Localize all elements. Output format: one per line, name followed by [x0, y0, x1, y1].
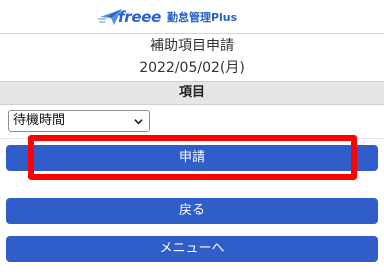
- menu-button[interactable]: メニューへ: [6, 236, 378, 262]
- page-date: 2022/05/02(月): [139, 60, 245, 76]
- page-title: 補助項目申請: [150, 38, 234, 54]
- chevron-down-icon: [134, 119, 143, 125]
- back-button[interactable]: 戻る: [6, 198, 378, 224]
- item-select-value: 待機時間: [13, 113, 66, 128]
- app-header: freee 勤怠管理Plus: [0, 0, 384, 34]
- apply-button[interactable]: 申請: [6, 145, 378, 171]
- divider: [0, 138, 384, 139]
- logo-brand-text: freee: [118, 8, 161, 26]
- freee-logo: freee 勤怠管理Plus: [98, 7, 237, 27]
- item-select[interactable]: 待機時間: [8, 110, 150, 132]
- logo-product-text: 勤怠管理Plus: [166, 11, 238, 24]
- screen: freee 勤怠管理Plus 補助項目申請 2022/05/02(月) 項目 待…: [0, 0, 384, 278]
- section-heading: 項目: [0, 81, 384, 105]
